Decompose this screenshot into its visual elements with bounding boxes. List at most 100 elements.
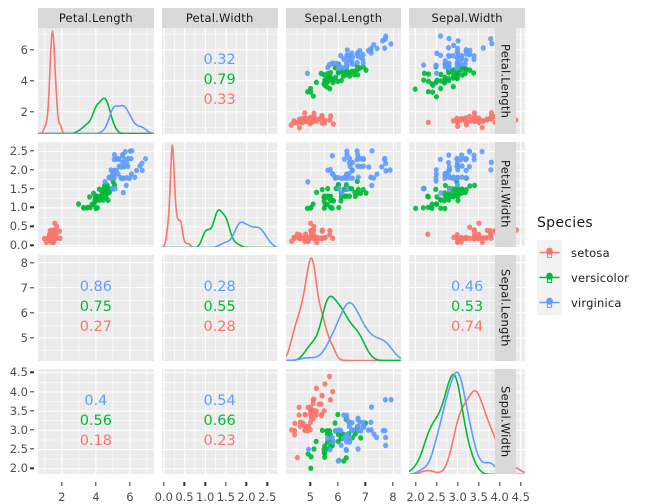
correlation-value-setosa: 0.33 <box>203 92 236 109</box>
x-tick <box>477 482 480 486</box>
legend: Species setosa versicolor virginica <box>537 215 655 315</box>
x-tick <box>61 482 63 486</box>
y-tick-label: 8 <box>20 255 28 270</box>
y-tick <box>30 448 34 450</box>
legend-key-icon <box>537 240 562 265</box>
correlation-values: 0.86 0.75 0.27 <box>38 255 154 361</box>
x-axis-petal-width: 0.0 0.5 1.0 1.5 2.0 2.5 <box>155 482 278 504</box>
x-tick-label: 6 <box>334 490 342 504</box>
x-tick <box>520 482 522 486</box>
x-tick-label: 1.0 <box>196 490 215 504</box>
correlation-panel-r3c2: 0.28 0.55 0.28 <box>161 255 278 361</box>
x-tick-label: 4 <box>92 490 100 504</box>
row-strip-label: Sepal.Width <box>498 385 513 457</box>
legend-title: Species <box>537 215 593 231</box>
x-tick <box>337 482 339 486</box>
y-tick <box>30 49 34 51</box>
y-tick-label: 0.5 <box>9 219 28 234</box>
y-tick-label: 1.0 <box>9 200 28 215</box>
y-tick-label: 2.5 <box>9 143 28 158</box>
x-tick <box>183 482 186 486</box>
legend-item-setosa[interactable]: setosa <box>537 240 655 265</box>
correlation-value-setosa: 0.74 <box>450 319 484 336</box>
x-tick <box>456 482 459 486</box>
y-tick-label: 6 <box>20 42 28 57</box>
y-tick-label: 2.0 <box>9 461 28 476</box>
y-tick <box>30 429 34 431</box>
correlation-panel-r3c1: 0.86 0.75 0.27 <box>38 255 154 361</box>
scatter-panel-petal-length-vs-petal-width <box>38 141 154 247</box>
correlation-panel-r4c1: 0.4 0.56 0.18 <box>38 368 154 475</box>
x-tick-label: 5 <box>306 490 314 504</box>
x-axis-petal-length: 2 4 6 <box>38 482 154 504</box>
y-tick <box>30 286 34 289</box>
x-tick <box>414 482 417 486</box>
x-tick <box>266 482 268 486</box>
correlation-value-setosa: 0.23 <box>203 432 236 449</box>
y-tick <box>30 80 34 82</box>
y-tick <box>30 244 34 246</box>
y-tick-label: 4.5 <box>9 365 28 380</box>
correlation-value-virginica: 0.46 <box>450 279 484 296</box>
panel-grid: Petal.Length Petal.Width Sepal.Length Sepal… <box>38 8 530 504</box>
y-tick-label: 0.0 <box>9 238 28 253</box>
legend-item-versicolor[interactable]: versicolor <box>537 265 655 290</box>
y-tick-label: 3.0 <box>9 422 28 437</box>
row-strip-petal-length: Petal.Length <box>495 28 516 134</box>
scatter-panel-sepal-length-vs-petal-length <box>285 28 402 134</box>
correlation-value-setosa: 0.27 <box>79 319 113 336</box>
correlation-values: 0.54 0.66 0.23 <box>162 369 278 475</box>
x-tick <box>499 482 501 486</box>
x-tick-label: 2 <box>58 490 66 504</box>
y-tick <box>30 337 34 339</box>
correlation-value-virginica: 0.28 <box>203 279 236 296</box>
y-tick-label: 4.0 <box>9 384 28 399</box>
correlation-value-versicolor: 0.79 <box>203 72 236 89</box>
column-strip-sepal-width: Sepal.Width <box>409 8 525 28</box>
x-tick-label: 4.5 <box>511 490 530 504</box>
x-tick-label: 0.0 <box>154 490 173 504</box>
row-strip-petal-width: Petal.Width <box>495 141 516 247</box>
y-tick <box>30 390 34 393</box>
correlation-value-virginica: 0.86 <box>79 279 113 296</box>
correlation-value-versicolor: 0.53 <box>450 299 484 316</box>
column-strip-petal-length: Petal.Length <box>38 8 154 28</box>
scatter-panel-sepal-length-vs-petal-width <box>285 141 402 247</box>
row-strip-label: Sepal.Length <box>498 268 513 347</box>
x-tick-label: 2.5 <box>258 490 277 504</box>
column-strip-sepal-length: Sepal.Length <box>285 8 402 28</box>
x-tick-label: 1.5 <box>216 490 235 504</box>
x-tick <box>163 482 165 486</box>
x-tick <box>245 482 248 486</box>
correlation-value-versicolor: 0.66 <box>203 412 236 429</box>
correlation-panel-r4c2: 0.54 0.66 0.23 <box>161 368 278 475</box>
legend-label: virginica <box>571 295 622 310</box>
x-tick <box>392 482 394 486</box>
y-tick-label: 2.0 <box>9 162 28 177</box>
correlation-value-versicolor: 0.75 <box>79 299 113 316</box>
correlation-values: 0.28 0.55 0.28 <box>162 255 278 361</box>
x-tick <box>435 482 438 486</box>
legend-item-virginica[interactable]: virginica <box>537 290 655 315</box>
correlation-value-virginica: 0.54 <box>203 392 236 409</box>
y-tick-label: 6 <box>20 305 28 320</box>
y-tick <box>30 206 34 209</box>
x-tick <box>309 482 311 486</box>
correlation-value-versicolor: 0.56 <box>79 412 113 429</box>
correlation-values: 0.32 0.79 0.33 <box>162 28 278 134</box>
x-axis-sepal-length: 5 6 7 8 <box>286 482 402 504</box>
x-tick <box>129 482 131 486</box>
x-tick-label: 3.0 <box>448 490 467 504</box>
row-strip-label: Petal.Length <box>498 43 513 118</box>
y-tick-label: 4 <box>20 73 28 88</box>
x-tick-label: 8 <box>389 490 397 504</box>
density-panel-sepal-length <box>285 255 402 361</box>
correlation-values: 0.4 0.56 0.18 <box>38 369 154 475</box>
x-tick <box>204 482 206 486</box>
scatterplot-matrix: Petal.Length Petal.Width Sepal.Length Sepal… <box>0 0 530 504</box>
scatter-panel-sepal-length-vs-sepal-width <box>285 368 402 474</box>
row-strip-label: Petal.Width <box>498 160 513 229</box>
y-tick <box>30 312 34 314</box>
y-tick-label: 3.5 <box>9 403 28 418</box>
y-tick <box>30 467 34 469</box>
